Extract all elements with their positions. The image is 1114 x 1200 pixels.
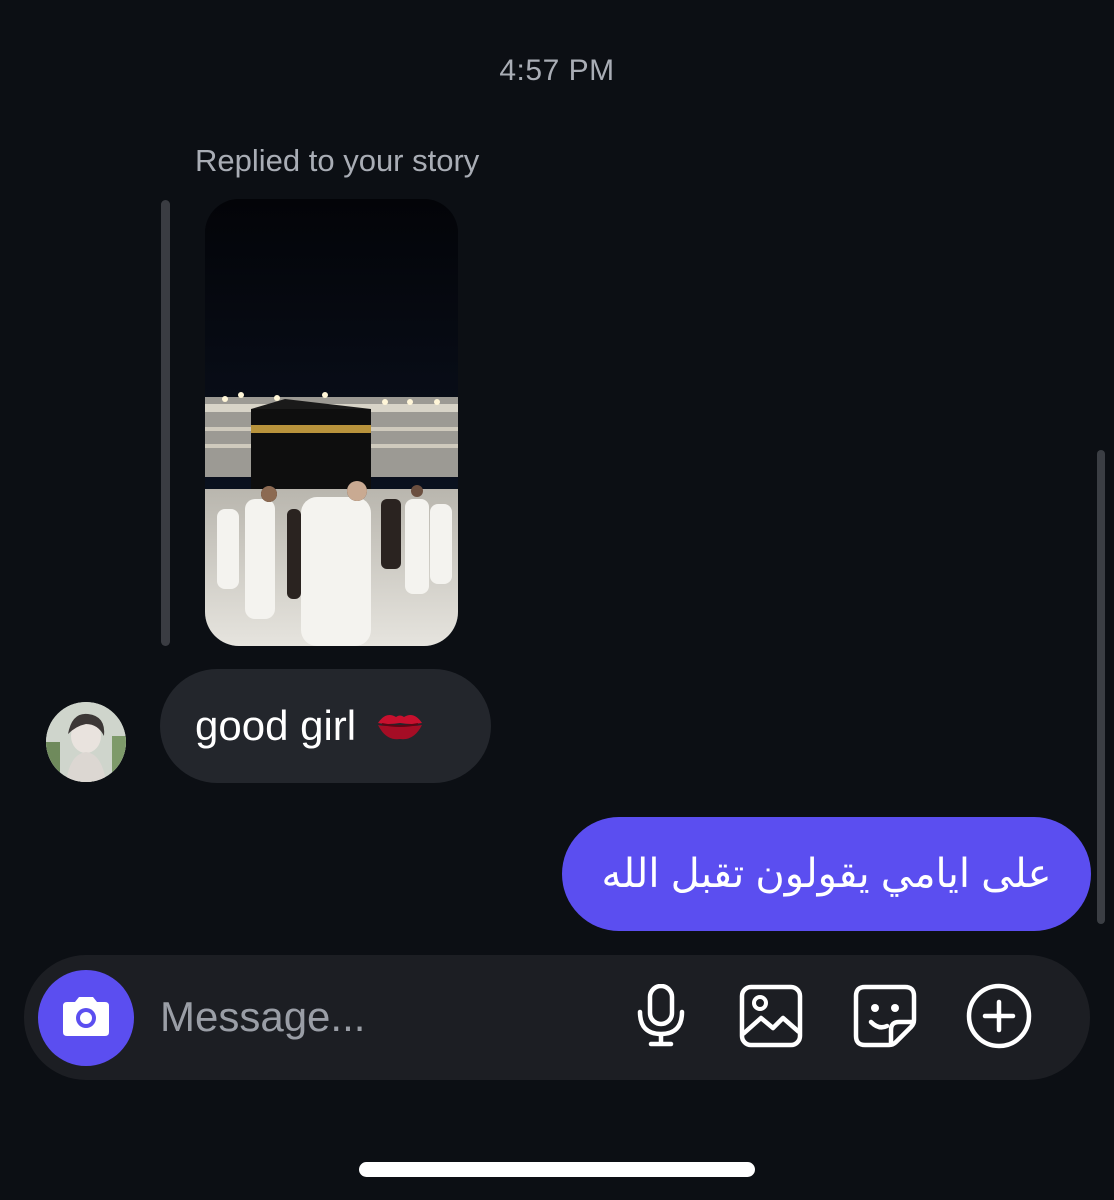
gallery-button[interactable]: [738, 984, 804, 1053]
voice-message-button[interactable]: [628, 983, 694, 1053]
story-thumbnail[interactable]: [205, 199, 458, 646]
outgoing-message-bubble[interactable]: على ايامي يقولون تقبل الله: [562, 817, 1091, 931]
camera-button[interactable]: [38, 970, 134, 1066]
scrollbar[interactable]: [1097, 450, 1105, 924]
incoming-message-text: good girl: [195, 702, 357, 749]
sender-avatar[interactable]: [46, 702, 126, 782]
sticker-button[interactable]: [852, 984, 918, 1053]
gallery-icon: [739, 984, 803, 1053]
message-composer: [24, 955, 1090, 1080]
home-indicator[interactable]: [359, 1162, 755, 1177]
camera-icon: [59, 994, 113, 1043]
add-button[interactable]: [966, 983, 1032, 1051]
incoming-message-bubble[interactable]: good girl: [160, 669, 491, 783]
sticker-icon: [853, 984, 917, 1053]
message-input[interactable]: [160, 987, 580, 1047]
message-timestamp: 4:57 PM: [499, 54, 615, 87]
add-icon: [965, 982, 1033, 1055]
kiss-mark-icon: [376, 709, 424, 743]
story-reply-label: Replied to your story: [195, 143, 480, 178]
chat-screen: 4:57 PM Replied to your story good girl …: [0, 0, 1114, 1200]
reply-indicator-bar: [161, 200, 170, 646]
microphone-icon: [634, 983, 688, 1053]
